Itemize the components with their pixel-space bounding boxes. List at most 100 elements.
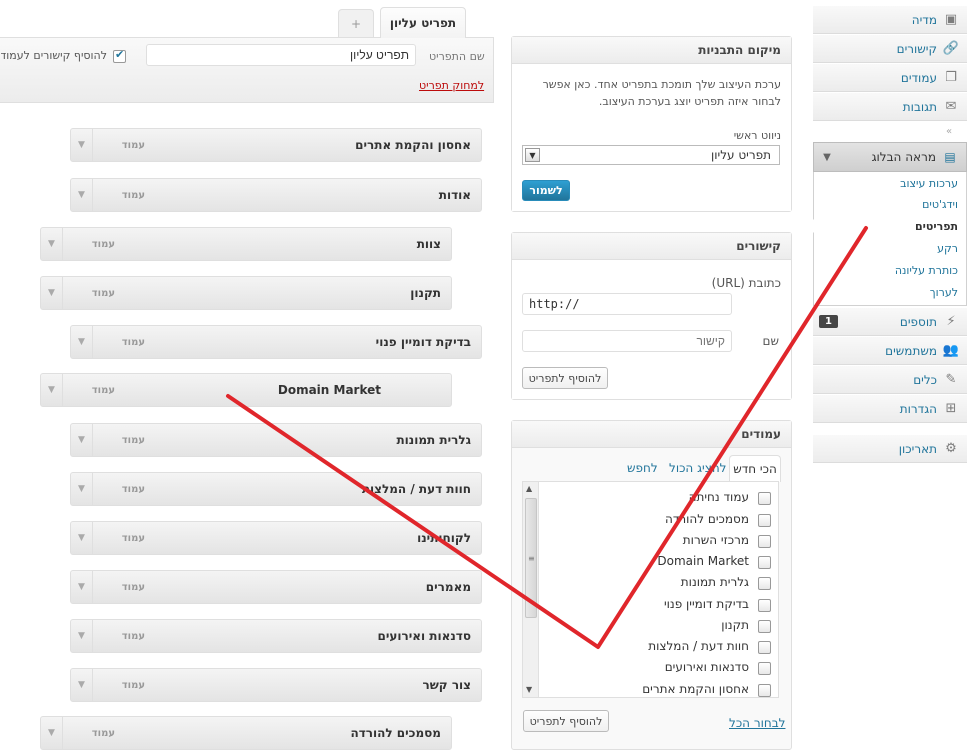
appearance-submenu: ערכות עיצוב וידג'טים תפריטים רקע כותרת ע… (807, 172, 967, 306)
auto-add-label: להוסיף קישורים לעמודים (1, 49, 107, 62)
page-checkbox[interactable] (758, 514, 771, 527)
menu-media[interactable]: ▣ מדיה (813, 5, 967, 34)
menu-plugins[interactable]: ⚡ תוספים 1 (813, 307, 967, 336)
page-option[interactable]: גלרית תמונות (547, 574, 775, 594)
submenu-background[interactable]: רקע (828, 242, 958, 255)
pages-checklist[interactable]: ▲ ≡ ▼ עמוד נחיתה מסמכים להורדה מרכזי השר… (522, 481, 779, 698)
menu-tools[interactable]: ✎ כלים (813, 365, 967, 394)
select-all-link[interactable]: לבחור הכל (729, 716, 785, 730)
menu-appearance[interactable]: ▤ מראה הבלוג ▼ (813, 142, 967, 172)
menu-item-toggle-icon[interactable]: ▼ (71, 620, 93, 652)
menu-item[interactable]: סדנאות ואירועים עמוד ▼ (70, 619, 482, 653)
dropdown-arrow-icon[interactable]: ▼ (525, 148, 540, 162)
menu-item-title: לקוחותינו (417, 531, 471, 545)
url-input[interactable] (522, 293, 732, 315)
menu-item[interactable]: צוות עמוד ▼ (40, 227, 452, 261)
submenu-editor[interactable]: לערוך (828, 286, 958, 299)
page-option[interactable]: Domain Market (547, 553, 775, 573)
page-checkbox[interactable] (758, 662, 771, 675)
menu-item[interactable]: לקוחותינו עמוד ▼ (70, 521, 482, 555)
menu-item-toggle-icon[interactable]: ▼ (41, 228, 63, 260)
page-option[interactable]: מסמכים להורדה (547, 511, 775, 531)
page-option[interactable]: מרכזי השרות (547, 532, 775, 552)
page-option[interactable]: אחסון והקמת אתרים (547, 681, 775, 697)
menu-item-title: צור קשר (422, 678, 471, 692)
tab-most-recent[interactable]: הכי חדש (729, 455, 781, 482)
menu-item[interactable]: צור קשר עמוד ▼ (70, 668, 482, 702)
menu-item-toggle-icon[interactable]: ▼ (71, 669, 93, 701)
primary-nav-select[interactable]: תפריט עליון ▼ (522, 145, 780, 165)
menu-item-toggle-icon[interactable]: ▼ (71, 424, 93, 456)
menu-item[interactable]: תקנון עמוד ▼ (40, 276, 452, 310)
page-option[interactable]: עמוד נחיתה (547, 489, 775, 509)
menu-pages[interactable]: ❐ עמודים (813, 63, 967, 92)
page-checkbox[interactable] (758, 535, 771, 548)
scroll-down-icon[interactable]: ▼ (526, 685, 532, 694)
submenu-menus[interactable]: תפריטים (828, 220, 958, 233)
menu-item-type: עמוד (91, 287, 115, 299)
menu-item-toggle-icon[interactable]: ▼ (71, 522, 93, 554)
menu-item-toggle-icon[interactable]: ▼ (41, 374, 63, 406)
menu-name-input[interactable] (146, 44, 416, 66)
delete-menu-link[interactable]: למחוק תפריט (419, 79, 484, 92)
auto-add-checkbox[interactable]: ✔ (113, 48, 126, 63)
menu-item[interactable]: Domain Market עמוד ▼ (40, 373, 452, 407)
page-checkbox[interactable] (758, 492, 771, 505)
menu-users[interactable]: 👥 משתמשים (813, 336, 967, 365)
page-option[interactable]: בדיקת דומיין פנוי (547, 596, 775, 616)
collapse-menu-icon[interactable]: « (946, 126, 952, 137)
menu-comments[interactable]: ✉ תגובות (813, 92, 967, 121)
menu-item-type: עמוד (121, 336, 145, 348)
menu-dashboard[interactable]: ⚙ תאריכון (813, 434, 967, 463)
tab-search[interactable]: לחפש (627, 461, 658, 475)
page-option-label: מרכזי השרות (682, 533, 749, 547)
menu-item-toggle-icon[interactable]: ▼ (41, 277, 63, 309)
menu-item-toggle-icon[interactable]: ▼ (71, 326, 93, 358)
page-option[interactable]: חוות דעת / המלצות (547, 638, 775, 658)
menu-item[interactable]: בדיקת דומיין פנוי עמוד ▼ (70, 325, 482, 359)
menu-pages-label: עמודים (900, 70, 937, 85)
menu-item-toggle-icon[interactable]: ▼ (71, 571, 93, 603)
menu-item-toggle-icon[interactable]: ▼ (71, 473, 93, 505)
menu-item[interactable]: גלרית תמונות עמוד ▼ (70, 423, 482, 457)
menu-item-type: עמוד (121, 630, 145, 642)
menu-links[interactable]: 🔗 קישורים (813, 34, 967, 63)
primary-nav-selected: תפריט עליון (711, 148, 771, 162)
pages-scrollbar[interactable]: ▲ ≡ ▼ (523, 482, 539, 697)
menu-item-toggle-icon[interactable]: ▼ (71, 179, 93, 211)
menu-settings[interactable]: ⊞ הגדרות (813, 394, 967, 423)
menu-item[interactable]: מאמרים עמוד ▼ (70, 570, 482, 604)
page-checkbox[interactable] (758, 641, 771, 654)
tab-view-all[interactable]: להציג הכול (669, 461, 727, 475)
menu-item-toggle-icon[interactable]: ▼ (41, 717, 63, 749)
menu-item[interactable]: מסמכים להורדה עמוד ▼ (40, 716, 452, 750)
tab-active-menu[interactable]: תפריט עליון (380, 7, 466, 38)
page-checkbox[interactable] (758, 556, 771, 569)
theme-locations-body: ערכת העיצוב שלך תומכת בתפריט אחד. כאן אפ… (512, 64, 791, 211)
menu-item-type: עמוד (121, 483, 145, 495)
page-option[interactable]: תקנון (547, 617, 775, 637)
page-option[interactable]: סדנאות ואירועים (547, 659, 775, 679)
menu-item[interactable]: אחסון והקמת אתרים עמוד ▼ (70, 128, 482, 162)
submenu-widgets[interactable]: וידג'טים (828, 198, 958, 211)
page-checkbox[interactable] (758, 684, 771, 697)
menu-item-title: Domain Market (277, 383, 381, 397)
submenu-header[interactable]: כותרת עליונה (828, 264, 958, 277)
settings-icon: ⊞ (945, 401, 957, 416)
save-locations-button[interactable]: לשמור (522, 180, 570, 201)
dashboard-icon: ⚙ (945, 441, 957, 456)
chevron-down-icon[interactable]: ▼ (818, 152, 836, 163)
menu-item[interactable]: אודות עמוד ▼ (70, 178, 482, 212)
scroll-up-icon[interactable]: ▲ (526, 484, 532, 493)
add-menu-tab[interactable]: + (338, 9, 374, 37)
add-pages-button[interactable]: להוסיף לתפריט (523, 710, 609, 732)
page-checkbox[interactable] (758, 577, 771, 590)
menu-item-toggle-icon[interactable]: ▼ (71, 129, 93, 161)
page-checkbox[interactable] (758, 599, 771, 612)
add-link-button[interactable]: להוסיף לתפריט (522, 367, 608, 389)
page-checkbox[interactable] (758, 620, 771, 633)
submenu-themes[interactable]: ערכות עיצוב (828, 177, 958, 190)
pages-box-title: עמודים (512, 421, 791, 448)
menu-item[interactable]: חוות דעת / המלצות עמוד ▼ (70, 472, 482, 506)
link-name-input[interactable] (522, 330, 732, 352)
